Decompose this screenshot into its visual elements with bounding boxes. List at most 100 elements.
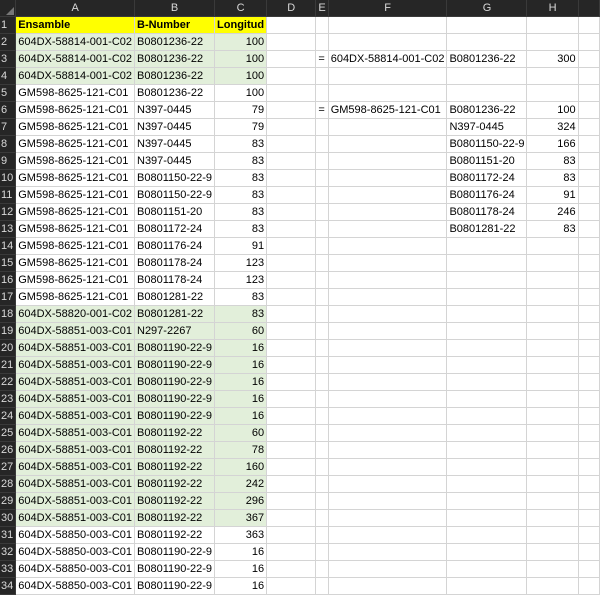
cell-longitud[interactable]: 16: [214, 543, 268, 561]
cell-d[interactable]: [266, 50, 317, 68]
cell-f[interactable]: [328, 441, 448, 459]
cell-b-number[interactable]: N397-0445: [134, 101, 216, 119]
row-header[interactable]: 1: [0, 16, 17, 34]
row-header[interactable]: 16: [0, 271, 17, 289]
cell-e[interactable]: [315, 526, 329, 544]
cell-ensamble[interactable]: 604DX-58851-003-C01: [15, 356, 135, 374]
cell-e[interactable]: [315, 577, 329, 595]
cell-f[interactable]: [328, 271, 448, 289]
cell-i[interactable]: [578, 101, 600, 119]
cell-h[interactable]: [526, 254, 579, 272]
column-header-a[interactable]: A: [15, 0, 135, 17]
cell-longitud[interactable]: 363: [214, 526, 268, 544]
cell-ensamble[interactable]: GM598-8625-121-C01: [15, 84, 135, 102]
cell-e[interactable]: [315, 543, 329, 561]
cell-e[interactable]: [315, 492, 329, 510]
cell-longitud[interactable]: 367: [214, 509, 268, 527]
cell-ensamble[interactable]: GM598-8625-121-C01: [15, 271, 135, 289]
cell-h[interactable]: 324: [526, 118, 579, 136]
cell-b-number[interactable]: B0801190-22-9: [134, 543, 216, 561]
cell-e[interactable]: [315, 254, 329, 272]
cell-h[interactable]: [526, 441, 579, 459]
cell-d[interactable]: [266, 441, 317, 459]
cell-d[interactable]: [266, 458, 317, 476]
cell-g[interactable]: [446, 492, 528, 510]
cell-e[interactable]: [315, 203, 329, 221]
row-header[interactable]: 32: [0, 543, 17, 561]
cell-longitud[interactable]: 296: [214, 492, 268, 510]
cell-g[interactable]: [446, 390, 528, 408]
cell-ensamble[interactable]: 604DX-58851-003-C01: [15, 475, 135, 493]
cell-f[interactable]: [328, 152, 448, 170]
cell-g[interactable]: B0801236-22: [446, 50, 528, 68]
cell-e[interactable]: [315, 152, 329, 170]
row-header[interactable]: 12: [0, 203, 17, 221]
cell-g[interactable]: [446, 237, 528, 255]
cell-ensamble[interactable]: GM598-8625-121-C01: [15, 186, 135, 204]
cell-i[interactable]: [578, 186, 600, 204]
cell-f[interactable]: [328, 220, 448, 238]
cell-e[interactable]: =: [315, 101, 329, 119]
cell-longitud[interactable]: 16: [214, 560, 268, 578]
cell-ensamble[interactable]: 604DX-58851-003-C01: [15, 492, 135, 510]
cell-h[interactable]: [526, 390, 579, 408]
cell-g[interactable]: [446, 356, 528, 374]
cell-f[interactable]: [328, 305, 448, 323]
cell-i[interactable]: [578, 118, 600, 136]
cell-i[interactable]: [578, 254, 600, 272]
cell-b-number[interactable]: N297-2267: [134, 322, 216, 340]
cell-g[interactable]: [446, 509, 528, 527]
row-header[interactable]: 22: [0, 373, 17, 391]
cell-e[interactable]: [315, 407, 329, 425]
cell-h[interactable]: [526, 560, 579, 578]
cell-b-number[interactable]: B0801281-22: [134, 305, 216, 323]
cell-b-number[interactable]: B0801150-22-9: [134, 186, 216, 204]
cell-ensamble[interactable]: GM598-8625-121-C01: [15, 220, 135, 238]
cell-longitud[interactable]: 60: [214, 322, 268, 340]
cell-ensamble[interactable]: 604DX-58851-003-C01: [15, 441, 135, 459]
cell-h[interactable]: [526, 509, 579, 527]
cell-b-number[interactable]: B0801236-22: [134, 67, 216, 85]
cell-f[interactable]: [328, 169, 448, 187]
cell-h[interactable]: [526, 458, 579, 476]
cell-e[interactable]: [315, 84, 329, 102]
cell-d[interactable]: [266, 152, 317, 170]
cell-ensamble[interactable]: GM598-8625-121-C01: [15, 101, 135, 119]
cell-longitud[interactable]: 83: [214, 186, 268, 204]
row-header[interactable]: 25: [0, 424, 17, 442]
cell-e[interactable]: [315, 424, 329, 442]
cell-h[interactable]: [526, 305, 579, 323]
cell-i[interactable]: [578, 135, 600, 153]
cell-ensamble[interactable]: GM598-8625-121-C01: [15, 237, 135, 255]
cell-f[interactable]: [328, 135, 448, 153]
cell-ensamble[interactable]: GM598-8625-121-C01: [15, 135, 135, 153]
row-header[interactable]: 7: [0, 118, 17, 136]
cell-e[interactable]: [315, 186, 329, 204]
row-header[interactable]: 21: [0, 356, 17, 374]
cell-f[interactable]: [328, 424, 448, 442]
cell-ensamble[interactable]: 604DX-58851-003-C01: [15, 390, 135, 408]
cell-b-number[interactable]: B0801178-24: [134, 271, 216, 289]
cell-ensamble[interactable]: GM598-8625-121-C01: [15, 254, 135, 272]
cell-i[interactable]: [578, 169, 600, 187]
cell-longitud[interactable]: 100: [214, 33, 268, 51]
cell-h[interactable]: [526, 84, 579, 102]
cell[interactable]: [315, 16, 329, 34]
cell-longitud[interactable]: 83: [214, 203, 268, 221]
cell-d[interactable]: [266, 577, 317, 595]
cell-longitud[interactable]: 16: [214, 577, 268, 595]
cell-e[interactable]: [315, 288, 329, 306]
cell-d[interactable]: [266, 220, 317, 238]
cell-b-number[interactable]: B0801150-22-9: [134, 169, 216, 187]
cell-f[interactable]: [328, 492, 448, 510]
cell-ensamble[interactable]: 604DX-58814-001-C02: [15, 50, 135, 68]
row-header[interactable]: 10: [0, 169, 17, 187]
cell-longitud[interactable]: 78: [214, 441, 268, 459]
cell-d[interactable]: [266, 509, 317, 527]
cell-g[interactable]: [446, 407, 528, 425]
cell-e[interactable]: [315, 118, 329, 136]
cell-f[interactable]: [328, 356, 448, 374]
cell-h[interactable]: [526, 339, 579, 357]
cell-e[interactable]: [315, 322, 329, 340]
row-header[interactable]: 8: [0, 135, 17, 153]
